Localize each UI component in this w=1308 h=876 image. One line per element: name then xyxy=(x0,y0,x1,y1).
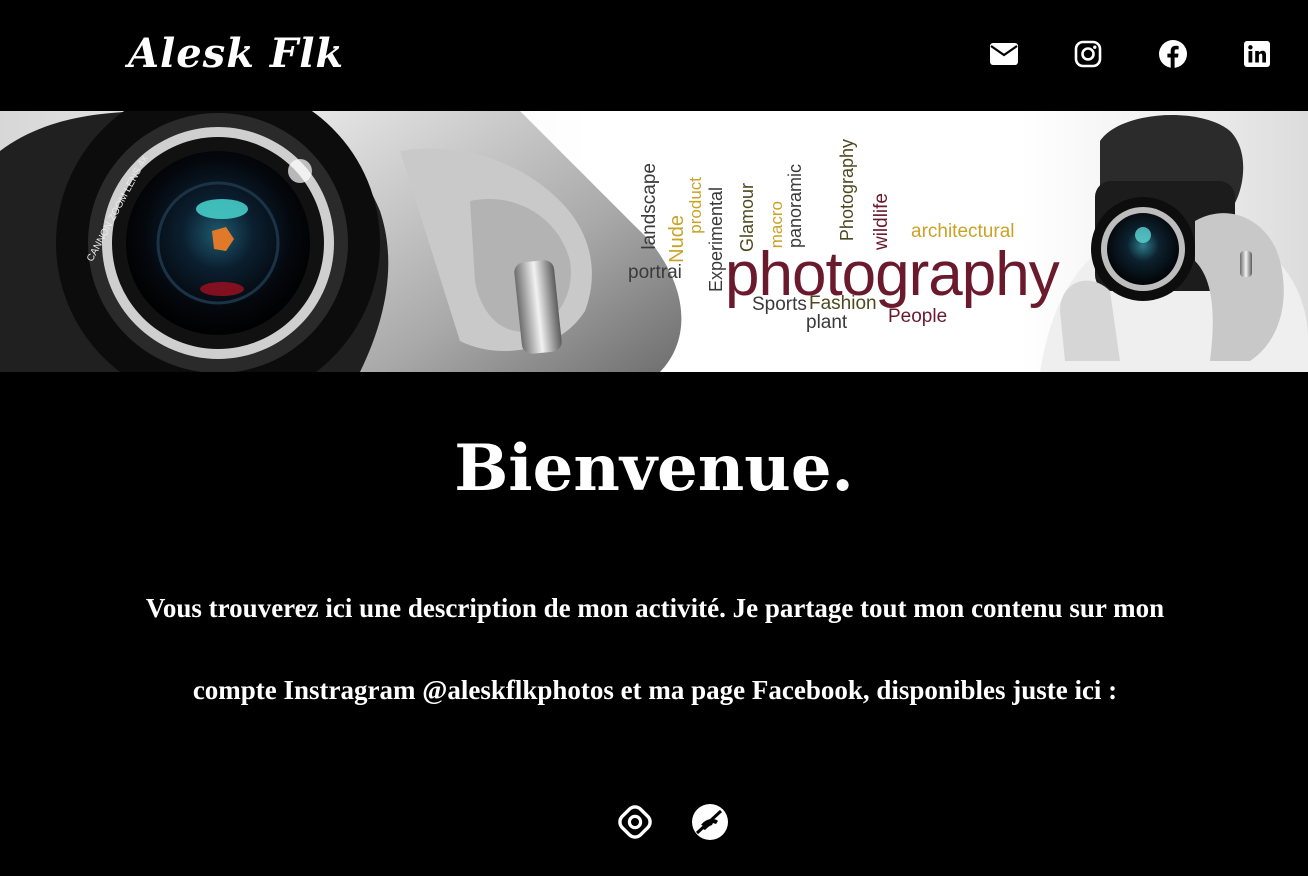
facebook-icon[interactable] xyxy=(1157,38,1189,70)
word-plant: plant xyxy=(806,312,848,333)
word-people: People xyxy=(888,306,948,327)
page-title: Bienvenue. xyxy=(454,431,854,506)
word-product: product xyxy=(686,177,705,234)
word-experimental: Experimental xyxy=(706,187,726,293)
word-sports: Sports xyxy=(752,294,807,315)
word-architectural: architectural xyxy=(911,221,1015,242)
word-nude: Nude xyxy=(666,215,688,263)
envelope-icon[interactable] xyxy=(988,38,1020,70)
word-photography-small: Photography xyxy=(837,139,857,242)
hero-banner: CANNON ZOOM LENS 4x landscape Nude produ… xyxy=(0,111,1308,372)
linkedin-icon[interactable] xyxy=(1241,38,1273,70)
intro-paragraph: Vous trouverez ici une description de mo… xyxy=(145,593,1165,705)
word-portrai: portrai xyxy=(628,262,682,283)
site-logo[interactable]: Alesk Flk xyxy=(128,26,344,82)
target-icon[interactable] xyxy=(615,802,655,842)
site-header: Alesk Flk xyxy=(0,0,1308,111)
word-landscape: landscape xyxy=(639,163,660,250)
instagram-icon[interactable] xyxy=(1072,38,1104,70)
word-fashion: Fashion xyxy=(809,293,877,314)
word-panoramic: panoramic xyxy=(785,164,805,249)
no-phone-icon[interactable] xyxy=(690,802,730,842)
